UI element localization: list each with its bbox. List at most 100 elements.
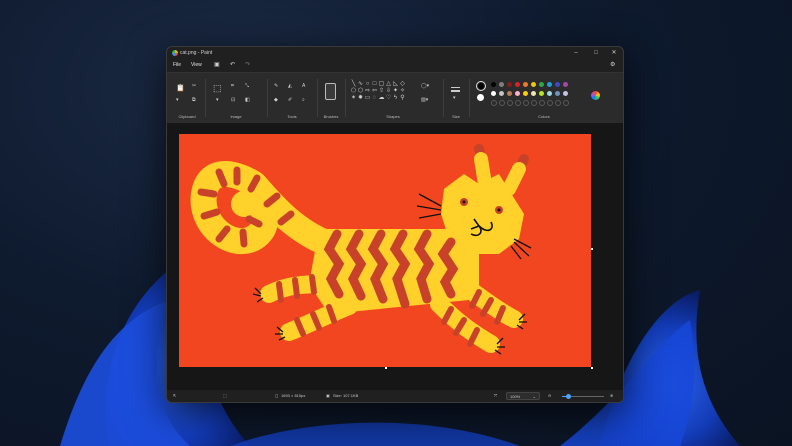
color-swatch[interactable] bbox=[491, 82, 496, 87]
eraser-icon[interactable]: ◆ bbox=[274, 97, 278, 103]
selection-size-icon: ⬚ bbox=[223, 393, 227, 398]
drawing-canvas[interactable] bbox=[179, 134, 591, 367]
canvas-area[interactable] bbox=[167, 123, 623, 390]
color-swatch[interactable] bbox=[539, 82, 544, 87]
color-palette[interactable] bbox=[491, 82, 570, 108]
edit-colors-icon[interactable] bbox=[591, 91, 600, 100]
shapes-group: ╲ ∿ ○ □ ▢ △ ◺ ◇ ⬠ ⬡ ⇨ ⇦ ⇧ ⇩ ✦ ✧ ✶ ✸ ▭ ◌ ☁ ♡ ϟ ⚲ ◯▾ ▨▾ Shapes bbox=[348, 77, 438, 121]
select-icon[interactable]: ⬚ bbox=[213, 84, 222, 93]
secondary-color-swatch[interactable] bbox=[477, 94, 484, 101]
zoom-in-icon[interactable]: ⊕ bbox=[610, 393, 613, 398]
canvas-size-icon: ◻ bbox=[275, 393, 279, 398]
undo-icon[interactable]: ↶ bbox=[230, 61, 235, 68]
menu-bar: File View ▣ ↶ ↷ ⚙ bbox=[167, 60, 623, 71]
custom-color-slot[interactable] bbox=[531, 100, 537, 106]
file-menu[interactable]: File bbox=[173, 62, 181, 68]
shapes-gallery[interactable]: ╲ ∿ ○ □ ▢ △ ◺ ◇ ⬠ ⬡ ⇨ ⇦ ⇧ ⇩ ✦ ✧ ✶ ✸ ▭ ◌ ☁ ♡ ϟ ⚲ bbox=[350, 81, 406, 102]
paste-dropdown-icon[interactable]: ▾ bbox=[176, 97, 179, 103]
color-swatch[interactable] bbox=[515, 82, 520, 87]
cat-drawing bbox=[190, 144, 532, 355]
resize-handle-bottom[interactable] bbox=[385, 367, 387, 369]
color-swatch[interactable] bbox=[555, 91, 560, 96]
image-group: ⬚ ▾ ⌗ ⤡ ⊡ ◧ Image bbox=[207, 77, 265, 121]
zoom-level-dropdown[interactable]: 100% ⌄ bbox=[506, 392, 540, 400]
color-swatch[interactable] bbox=[563, 82, 568, 87]
color-swatch[interactable] bbox=[547, 91, 552, 96]
view-menu[interactable]: View bbox=[191, 62, 202, 68]
crop-icon[interactable]: ⌗ bbox=[231, 83, 234, 89]
custom-color-slot[interactable] bbox=[507, 100, 513, 106]
file-size-icon: ▣ bbox=[326, 393, 330, 398]
zoom-out-icon[interactable]: ⊖ bbox=[548, 393, 551, 398]
size-line-thick bbox=[451, 90, 460, 92]
copy-icon[interactable]: ⧉ bbox=[192, 97, 196, 103]
select-dropdown-icon[interactable]: ▾ bbox=[216, 97, 219, 103]
tools-label: Tools bbox=[287, 114, 297, 119]
divider bbox=[443, 79, 444, 117]
pencil-icon[interactable]: ✎ bbox=[274, 83, 278, 89]
zoom-slider[interactable] bbox=[562, 394, 604, 399]
tools-group: ✎ ◭ A ◆ ✐ ⌕ Tools bbox=[269, 77, 315, 121]
window-title: cat.png - Paint bbox=[180, 50, 213, 56]
ribbon-toolbar: 📋 ▾ ✂ ⧉ Clipboard ⬚ ▾ ⌗ ⤡ ⊡ ◧ Image ✎ ◭ … bbox=[167, 72, 623, 124]
color-swatch[interactable] bbox=[507, 91, 512, 96]
resize-icon[interactable]: ⤡ bbox=[245, 83, 249, 89]
cut-icon[interactable]: ✂ bbox=[192, 83, 196, 89]
brushes-group: Brushes bbox=[319, 77, 343, 121]
paste-icon[interactable]: 📋 bbox=[176, 85, 185, 93]
maximize-button[interactable]: □ bbox=[587, 48, 605, 58]
magnifier-icon[interactable]: ⌕ bbox=[302, 97, 305, 103]
save-icon[interactable]: ▣ bbox=[214, 61, 220, 68]
color-swatch[interactable] bbox=[515, 91, 520, 96]
resize-handle-corner[interactable] bbox=[591, 367, 593, 369]
color-swatch[interactable] bbox=[539, 91, 544, 96]
text-icon[interactable]: A bbox=[302, 83, 305, 89]
color-swatch[interactable] bbox=[563, 91, 568, 96]
custom-color-slot[interactable] bbox=[563, 100, 569, 106]
color-picker-icon[interactable]: ✐ bbox=[288, 97, 292, 103]
color-swatch[interactable] bbox=[531, 82, 536, 87]
custom-color-slot[interactable] bbox=[523, 100, 529, 106]
custom-color-slot[interactable] bbox=[555, 100, 561, 106]
redo-icon[interactable]: ↷ bbox=[245, 61, 250, 68]
outline-icon[interactable]: ◯▾ bbox=[421, 83, 429, 89]
minimize-button[interactable]: – bbox=[567, 48, 585, 58]
color-swatch[interactable] bbox=[547, 82, 552, 87]
size-label: Size bbox=[452, 114, 460, 119]
divider bbox=[317, 79, 318, 117]
custom-color-slot[interactable] bbox=[515, 100, 521, 106]
custom-color-slot[interactable] bbox=[491, 100, 497, 106]
custom-color-slot[interactable] bbox=[547, 100, 553, 106]
color-swatch[interactable] bbox=[499, 82, 504, 87]
fill-icon[interactable]: ▨▾ bbox=[421, 97, 428, 103]
color-swatch[interactable] bbox=[523, 82, 528, 87]
zoom-slider-knob[interactable] bbox=[566, 394, 571, 399]
fill-bucket-icon[interactable]: ◭ bbox=[288, 83, 292, 89]
cursor-position-icon: ⇱ bbox=[173, 393, 177, 398]
chevron-down-icon: ⌄ bbox=[532, 394, 536, 399]
file-size: Size: 107.1KB bbox=[333, 393, 359, 398]
custom-color-slot[interactable] bbox=[539, 100, 545, 106]
image-resize-icon[interactable]: ⊡ bbox=[231, 97, 235, 103]
color-swatch[interactable] bbox=[531, 91, 536, 96]
rotate-icon[interactable]: ◧ bbox=[245, 97, 250, 103]
size-dropdown-icon[interactable]: ▾ bbox=[453, 95, 456, 101]
custom-color-slot[interactable] bbox=[499, 100, 505, 106]
brush-icon[interactable] bbox=[325, 83, 336, 100]
close-button[interactable]: ✕ bbox=[605, 48, 623, 58]
shapes-label: Shapes bbox=[386, 114, 400, 119]
color-swatch[interactable] bbox=[523, 91, 528, 96]
color-swatch[interactable] bbox=[499, 91, 504, 96]
resize-handle-right[interactable] bbox=[591, 248, 593, 250]
status-bar: ⇱ ⬚ ◻ 1693 × 815px ▣ Size: 107.1KB ⤧ 100… bbox=[167, 390, 623, 402]
color-swatch[interactable] bbox=[507, 82, 512, 87]
title-bar[interactable]: cat.png - Paint – □ ✕ bbox=[167, 47, 623, 59]
image-label: Image bbox=[230, 114, 242, 119]
color-swatch[interactable] bbox=[555, 82, 560, 87]
colors-label: Colors bbox=[538, 114, 550, 119]
fit-to-window-icon[interactable]: ⤧ bbox=[494, 393, 497, 398]
canvas-dimensions: 1693 × 815px bbox=[281, 393, 306, 398]
settings-gear-icon[interactable]: ⚙ bbox=[610, 61, 615, 68]
color-swatch[interactable] bbox=[491, 91, 496, 96]
primary-color-swatch[interactable] bbox=[476, 81, 486, 91]
